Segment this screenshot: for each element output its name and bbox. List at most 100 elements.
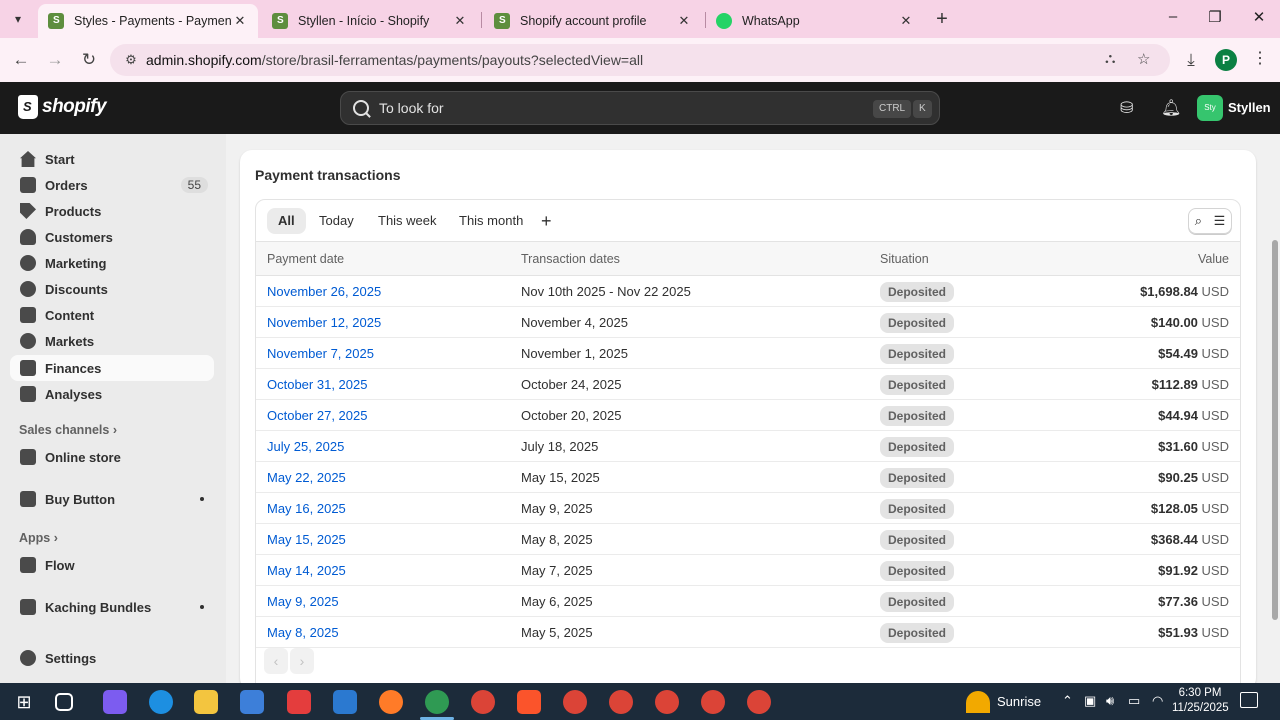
sales-channels-heading[interactable]: Sales channels › xyxy=(19,423,117,437)
wifi-icon[interactable]: ◠ xyxy=(1152,693,1163,709)
close-tab-icon[interactable]: ✕ xyxy=(232,13,248,29)
address-bar[interactable]: ⚙ admin.shopify.com/store/brasil-ferrame… xyxy=(110,44,1170,76)
table-row[interactable]: May 16, 2025 May 9, 2025 Deposited $128.05 … xyxy=(256,493,1240,524)
sidebar-item-kaching-bundles[interactable]: Kaching Bundles xyxy=(10,594,214,620)
close-window-icon[interactable]: ✕ xyxy=(1244,8,1274,26)
filter-tab-today[interactable]: Today xyxy=(308,208,365,234)
payment-date-link[interactable]: October 27, 2025 xyxy=(267,400,367,431)
sidebar-item-online-store[interactable]: Online store xyxy=(10,444,214,470)
sidebar-item-settings[interactable]: Settings xyxy=(10,645,214,671)
close-tab-icon[interactable]: ✕ xyxy=(898,13,914,29)
bookmark-star-icon[interactable]: ☆ xyxy=(1137,50,1150,68)
meet-now-icon[interactable]: ▣ xyxy=(1084,693,1096,709)
sidebar-item-products[interactable]: Products xyxy=(10,198,214,224)
shopify-logo[interactable]: shopify xyxy=(18,95,107,119)
sidebar-item-analyses[interactable]: Analyses xyxy=(10,381,214,407)
sidebar-item-start[interactable]: Start xyxy=(10,146,214,172)
table-row[interactable]: May 15, 2025 May 8, 2025 Deposited $368.44 … xyxy=(256,524,1240,555)
sidebar-item-flow[interactable]: Flow xyxy=(10,552,214,578)
sidebar-item-markets[interactable]: Markets xyxy=(10,328,214,354)
site-settings-icon[interactable]: ⚙ xyxy=(116,52,146,68)
column-payment-date[interactable]: Payment date xyxy=(267,242,344,276)
payment-date-link[interactable]: May 14, 2025 xyxy=(267,555,346,586)
download-icon[interactable]: ⤓ xyxy=(1180,50,1202,70)
browser-tab-styllen[interactable]: Styllen - Início - Shopify ✕ xyxy=(262,4,478,38)
filter-tab-this-month[interactable]: This month xyxy=(448,208,534,234)
payment-date-link[interactable]: November 12, 2025 xyxy=(267,307,381,338)
mail-icon[interactable] xyxy=(333,690,357,714)
store-name[interactable]: Styllen xyxy=(1228,100,1271,115)
browser-menu-icon[interactable]: ⋮ xyxy=(1252,48,1268,68)
bell-icon[interactable]: 🔔︎ xyxy=(1161,98,1181,118)
payment-date-link[interactable]: May 22, 2025 xyxy=(267,462,346,493)
firefox-icon[interactable] xyxy=(379,690,403,714)
forward-arrow-icon[interactable]: → xyxy=(44,50,66,70)
next-page-icon[interactable]: › xyxy=(290,648,314,674)
tray-chevron-up-icon[interactable]: ⌃ xyxy=(1062,693,1073,709)
browser-tab-whatsapp[interactable]: WhatsApp ✕ xyxy=(706,4,924,38)
edge-browser-icon[interactable] xyxy=(149,690,173,714)
chrome-profile-o-icon[interactable] xyxy=(701,690,725,714)
task-view-icon[interactable] xyxy=(55,693,73,711)
browser-tab-account-profile[interactable]: Shopify account profile ✕ xyxy=(484,4,702,38)
copilot-icon[interactable] xyxy=(103,690,127,714)
chrome-profile-d-icon[interactable] xyxy=(563,690,587,714)
scrollbar-thumb[interactable] xyxy=(1272,240,1278,620)
chrome-profile-photo-icon[interactable] xyxy=(655,690,679,714)
payment-date-link[interactable]: May 16, 2025 xyxy=(267,493,346,524)
sidebar-item-marketing[interactable]: Marketing xyxy=(10,250,214,276)
sidebar-item-orders[interactable]: Orders 55 xyxy=(10,172,214,198)
battery-icon[interactable]: ▭ xyxy=(1128,693,1140,709)
inbox-icon[interactable]: ⛁ xyxy=(1120,98,1133,118)
reload-icon[interactable]: ↻ xyxy=(78,50,100,70)
table-row[interactable]: November 7, 2025 November 1, 2025 Deposite… xyxy=(256,338,1240,369)
profile-avatar[interactable]: P xyxy=(1215,49,1237,71)
payment-date-link[interactable]: October 31, 2025 xyxy=(267,369,367,400)
windows-start-icon[interactable]: ⊞ xyxy=(12,690,36,714)
anydesk-icon[interactable] xyxy=(287,690,311,714)
search-filter-button[interactable]: ⌕ ☰ xyxy=(1188,208,1232,234)
table-row[interactable]: July 25, 2025 July 18, 2025 Deposited $31.6… xyxy=(256,431,1240,462)
weather-label[interactable]: Sunrise xyxy=(997,694,1041,709)
payment-date-link[interactable]: May 8, 2025 xyxy=(267,617,339,648)
sidebar-item-buy-button[interactable]: Buy Button xyxy=(10,486,214,512)
sidebar-item-content[interactable]: Content xyxy=(10,302,214,328)
search-input[interactable]: To look for CTRL K xyxy=(340,91,940,125)
table-row[interactable]: October 27, 2025 October 20, 2025 Deposite… xyxy=(256,400,1240,431)
chrome-icon[interactable] xyxy=(471,690,495,714)
close-tab-icon[interactable]: ✕ xyxy=(452,13,468,29)
sidebar-item-discounts[interactable]: Discounts xyxy=(10,276,214,302)
sidebar-item-finances[interactable]: Finances xyxy=(10,355,214,381)
payment-date-link[interactable]: November 7, 2025 xyxy=(267,338,374,369)
apps-heading[interactable]: Apps › xyxy=(19,531,58,545)
payment-date-link[interactable]: May 9, 2025 xyxy=(267,586,339,617)
chrome-profile-m-icon[interactable] xyxy=(747,690,771,714)
close-tab-icon[interactable]: ✕ xyxy=(676,13,692,29)
table-row[interactable]: November 12, 2025 November 4, 2025 Deposit… xyxy=(256,307,1240,338)
table-row[interactable]: May 14, 2025 May 7, 2025 Deposited $91.92 U… xyxy=(256,555,1240,586)
payment-date-link[interactable]: November 26, 2025 xyxy=(267,276,381,307)
back-arrow-icon[interactable]: ← xyxy=(10,50,32,70)
sidebar-item-customers[interactable]: Customers xyxy=(10,224,214,250)
chrome-profile-s-icon[interactable] xyxy=(609,690,633,714)
payment-date-link[interactable]: July 25, 2025 xyxy=(267,431,344,462)
translate-icon[interactable]: ⛬ xyxy=(1105,50,1116,67)
tab-search-dropdown-icon[interactable]: ▾ xyxy=(4,6,32,32)
table-row[interactable]: May 8, 2025 May 5, 2025 Deposited $51.93 US… xyxy=(256,617,1240,648)
table-row[interactable]: May 22, 2025 May 15, 2025 Deposited $90.25 … xyxy=(256,462,1240,493)
add-filter-plus-icon[interactable]: + xyxy=(541,208,552,234)
filter-tab-this-week[interactable]: This week xyxy=(367,208,448,234)
previous-page-icon[interactable]: ‹ xyxy=(264,648,288,674)
chrome-profile-p-icon[interactable] xyxy=(425,690,449,714)
maximize-icon[interactable]: ❐ xyxy=(1200,8,1230,26)
system-clock[interactable]: 6:30 PM 11/25/2025 xyxy=(1172,686,1229,716)
filter-tab-all[interactable]: All xyxy=(267,208,306,234)
notifications-icon[interactable] xyxy=(1240,692,1258,708)
microsoft-store-icon[interactable] xyxy=(240,690,264,714)
file-explorer-icon[interactable] xyxy=(194,690,218,714)
payment-date-link[interactable]: May 15, 2025 xyxy=(267,524,346,555)
table-row[interactable]: May 9, 2025 May 6, 2025 Deposited $77.36 US… xyxy=(256,586,1240,617)
page-scrollbar[interactable] xyxy=(1270,134,1280,683)
new-tab-plus-icon[interactable]: + xyxy=(931,8,953,31)
volume-icon[interactable]: 🔊︎ xyxy=(1106,693,1114,709)
